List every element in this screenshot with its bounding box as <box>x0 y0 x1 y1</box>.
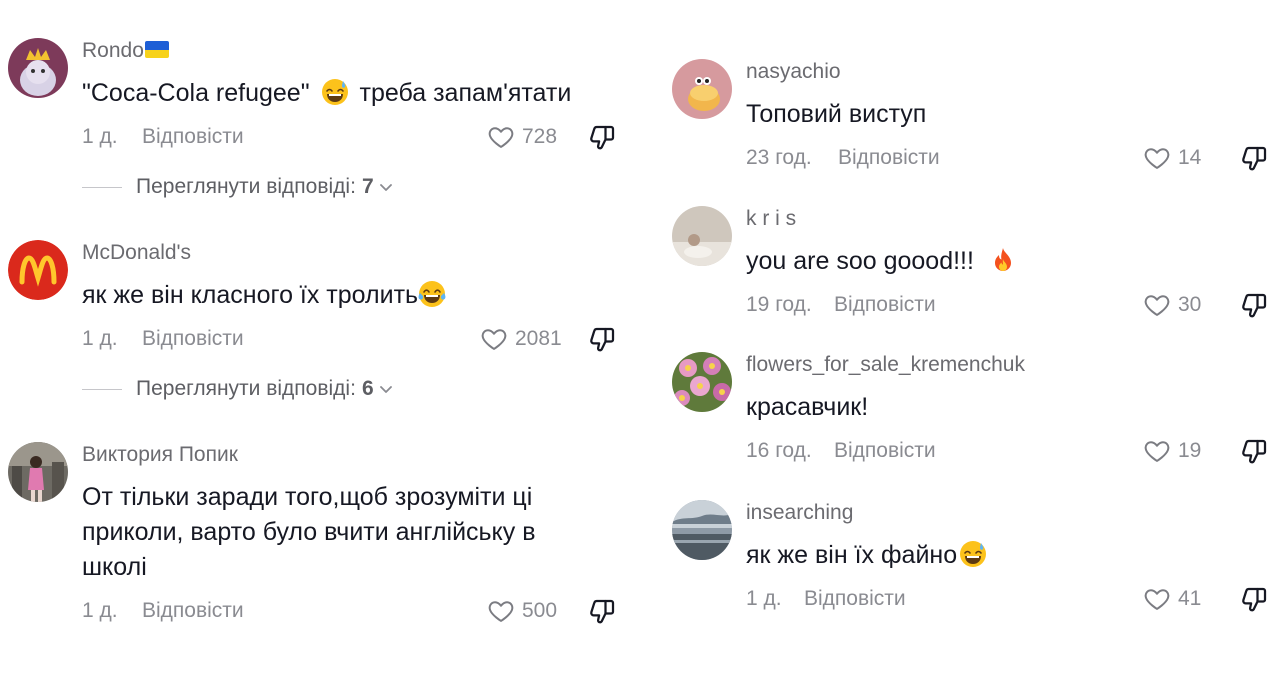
comment-meta: 16 год. Відповісти 19 <box>746 437 1280 467</box>
like-count: 14 <box>1178 146 1202 169</box>
reply-button[interactable]: Відповісти <box>142 327 244 351</box>
username[interactable]: k r i s <box>746 206 1280 232</box>
dislike-button[interactable] <box>588 122 618 152</box>
username[interactable]: Rondo <box>82 38 640 64</box>
username[interactable]: Виктория Попик <box>82 442 640 468</box>
chevron-down-icon <box>378 179 394 195</box>
reply-button[interactable]: Відповісти <box>142 125 244 149</box>
like-button[interactable]: 41 <box>1142 585 1201 613</box>
avatar[interactable] <box>8 38 68 98</box>
comment-meta: 1 д. Відповісти 41 <box>746 585 1280 615</box>
avatar[interactable] <box>672 500 732 560</box>
dislike-button[interactable] <box>1240 290 1270 320</box>
divider <box>82 388 122 390</box>
reply-button[interactable]: Відповісти <box>834 439 936 463</box>
comment-text: красавчик! <box>746 393 869 421</box>
dislike-button[interactable] <box>1240 143 1270 173</box>
like-button[interactable]: 728 <box>486 123 557 151</box>
like-count: 2081 <box>515 327 562 350</box>
like-count: 728 <box>522 125 558 148</box>
like-button[interactable]: 30 <box>1142 291 1201 319</box>
username[interactable]: flowers_for_sale_kremenchuk <box>746 352 1280 378</box>
reply-button[interactable]: Відповісти <box>838 146 940 170</box>
heart-icon <box>1142 291 1172 319</box>
view-replies-button[interactable]: Переглянути відповіді: 7 <box>82 175 394 199</box>
heart-icon <box>479 325 509 353</box>
tears-of-joy-emoji-icon <box>418 280 446 308</box>
dislike-button[interactable] <box>1240 436 1270 466</box>
comment-text: як же він їх файно <box>746 538 1280 573</box>
thumbs-down-icon <box>1240 143 1270 173</box>
like-button[interactable]: 2081 <box>479 325 562 353</box>
comment-time: 1 д. <box>82 327 118 350</box>
dislike-button[interactable] <box>588 324 618 354</box>
sweat-smile-emoji-icon <box>321 78 349 106</box>
comment-time: 16 год. <box>746 439 812 462</box>
thumbs-down-icon <box>1240 290 1270 320</box>
avatar[interactable] <box>672 206 732 266</box>
username[interactable]: McDonald's <box>82 240 640 266</box>
avatar[interactable] <box>672 59 732 119</box>
dislike-button[interactable] <box>588 596 618 626</box>
heart-icon <box>1142 144 1172 172</box>
like-count: 19 <box>1178 439 1202 462</box>
comment-meta: 23 год. Відповісти 14 <box>746 144 1280 174</box>
comment-text: you are soo goood!!! <box>746 244 1280 279</box>
thumbs-down-icon <box>588 596 618 626</box>
thumbs-down-icon <box>1240 584 1270 614</box>
reply-button[interactable]: Відповісти <box>142 599 244 623</box>
heart-icon <box>486 123 516 151</box>
avatar[interactable] <box>672 352 732 412</box>
like-button[interactable]: 14 <box>1142 144 1201 172</box>
avatar[interactable] <box>8 442 68 502</box>
comment-text: От тільки заради того,щоб зрозуміти ці п… <box>82 483 536 581</box>
comment-time: 23 год. <box>746 146 812 169</box>
like-count: 30 <box>1178 293 1202 316</box>
heart-icon <box>486 597 516 625</box>
comment-meta: 19 год. Відповісти 30 <box>746 291 1280 321</box>
heart-icon <box>1142 585 1172 613</box>
like-count: 500 <box>522 599 558 622</box>
comment-text: Топовий виступ <box>746 100 927 128</box>
reply-button[interactable]: Відповісти <box>804 587 906 611</box>
comment-meta: 1 д. Відповісти 728 <box>82 123 640 153</box>
sweat-smile-emoji-icon <box>959 540 987 568</box>
comment-time: 1 д. <box>82 599 118 622</box>
chevron-down-icon <box>378 381 394 397</box>
ukraine-flag-icon <box>144 41 169 58</box>
username[interactable]: nasyachio <box>746 59 1280 85</box>
comment-meta: 1 д. Відповісти 500 <box>82 597 640 627</box>
comment-time: 19 год. <box>746 293 812 316</box>
like-button[interactable]: 500 <box>486 597 557 625</box>
dislike-button[interactable] <box>1240 584 1270 614</box>
fire-emoji-icon <box>989 246 1017 274</box>
reply-button[interactable]: Відповісти <box>834 293 936 317</box>
thumbs-down-icon <box>588 324 618 354</box>
username[interactable]: insearching <box>746 500 1280 526</box>
divider <box>82 186 122 188</box>
thumbs-down-icon <box>1240 436 1270 466</box>
like-count: 41 <box>1178 587 1202 610</box>
comment-text: "Coca-Cola refugee" треба запам'ятати <box>82 78 572 107</box>
mcdonalds-logo-avatar[interactable] <box>8 240 68 300</box>
like-button[interactable]: 19 <box>1142 437 1201 465</box>
comment-text: як же він класного їх тролить <box>82 278 640 313</box>
thumbs-down-icon <box>588 122 618 152</box>
comment-time: 1 д. <box>82 125 118 148</box>
comment-meta: 1 д. Відповісти 2081 <box>82 325 640 355</box>
heart-icon <box>1142 437 1172 465</box>
view-replies-button[interactable]: Переглянути відповіді: 6 <box>82 377 394 401</box>
comment-time: 1 д. <box>746 587 782 610</box>
